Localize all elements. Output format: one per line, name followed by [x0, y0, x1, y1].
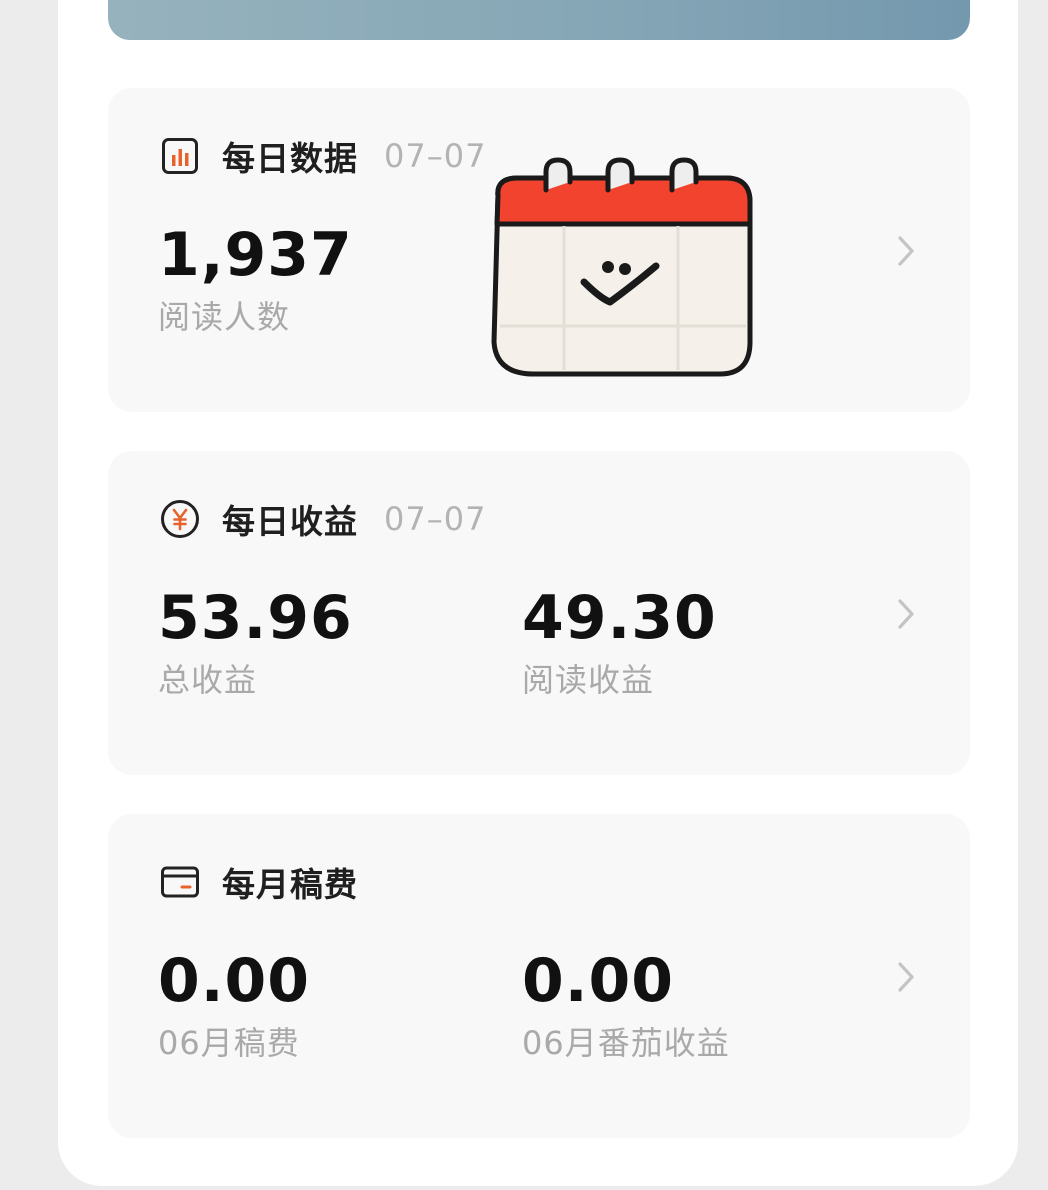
daily-income-title: 每日收益 [222, 502, 358, 541]
daily-data-title: 每日数据 [222, 139, 358, 178]
june-tomato-income-label: 06月番茄收益 [522, 1024, 730, 1062]
reading-income-value: 49.30 [522, 583, 717, 653]
june-tomato-income-value: 0.00 [522, 946, 675, 1016]
daily-income-header: 每日收益 07–07 [160, 495, 486, 543]
total-income-label: 总收益 [158, 661, 258, 699]
june-tomato-income-metric: 0.00 06月番茄收益 [522, 944, 730, 1068]
readers-value: 1,937 [158, 220, 353, 290]
monthly-fee-title: 每月稿费 [222, 865, 358, 904]
chevron-right-icon[interactable] [892, 234, 920, 268]
wallet-card-icon [160, 862, 200, 902]
daily-data-date: 07–07 [384, 137, 487, 175]
header-banner [108, 0, 970, 40]
june-fee-value: 0.00 [158, 946, 311, 1016]
total-income-metric: 53.96 总收益 [158, 581, 353, 705]
calendar-smile-sticker-icon [488, 152, 760, 384]
daily-data-header: 每日数据 07–07 [160, 132, 486, 180]
daily-income-date: 07–07 [384, 500, 487, 538]
readers-label: 阅读人数 [158, 298, 291, 336]
june-fee-metric: 0.00 06月稿费 [158, 944, 310, 1068]
june-fee-label: 06月稿费 [158, 1024, 300, 1062]
reading-income-label: 阅读收益 [522, 661, 655, 699]
bar-chart-icon [160, 136, 200, 176]
chevron-right-icon[interactable] [892, 960, 920, 994]
readers-metric: 1,937 阅读人数 [158, 218, 353, 342]
daily-income-card[interactable]: 每日收益 07–07 53.96 总收益 49.30 阅读收益 [108, 451, 970, 775]
yuan-coin-icon [160, 499, 200, 539]
monthly-fee-header: 每月稿费 [160, 858, 358, 906]
chevron-right-icon[interactable] [892, 597, 920, 631]
monthly-fee-card[interactable]: 每月稿费 0.00 06月稿费 0.00 06月番茄收益 [108, 814, 970, 1138]
reading-income-metric: 49.30 阅读收益 [522, 581, 717, 705]
total-income-value: 53.96 [158, 583, 353, 653]
